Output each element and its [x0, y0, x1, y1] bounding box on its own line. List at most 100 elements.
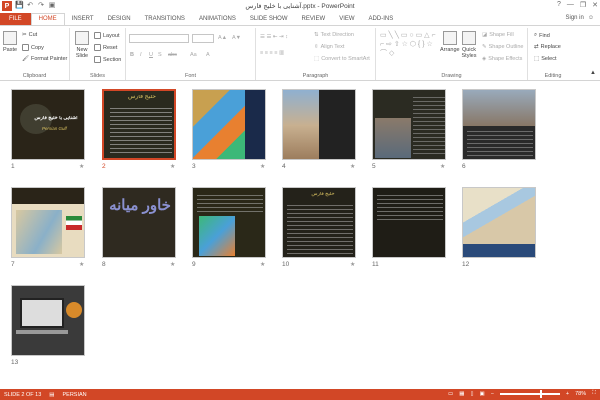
close-button[interactable]: ✕ [592, 1, 598, 9]
tab-home[interactable]: HOME [30, 13, 65, 25]
copy-button[interactable]: Copy [22, 44, 44, 51]
slide-thumbnail-1[interactable]: آشنایی با خلیج فارس Persian Gulf [11, 89, 85, 160]
font-name-combo[interactable] [129, 34, 189, 43]
zoom-level[interactable]: 78% [575, 391, 586, 397]
tab-design[interactable]: DESIGN [101, 14, 138, 25]
tab-add-ins[interactable]: ADD-INS [362, 14, 401, 25]
slide-thumbnail-12[interactable] [462, 187, 536, 258]
shadow-button[interactable]: S [158, 52, 162, 58]
help-icon[interactable]: ? [557, 1, 561, 9]
font-size-combo[interactable] [192, 34, 214, 43]
slide-thumbnail-7[interactable] [11, 187, 85, 258]
paste-button[interactable]: Paste [3, 31, 17, 53]
slide-number: 5 [372, 163, 376, 170]
change-case-button[interactable]: Aa [190, 52, 197, 58]
slide-thumbnail-6[interactable] [462, 89, 536, 160]
tab-file[interactable]: FILE [0, 13, 31, 25]
zoom-out-button[interactable]: − [491, 391, 494, 397]
animation-star-icon[interactable]: ★ [260, 261, 265, 268]
zoom-slider-thumb[interactable] [539, 389, 542, 398]
slide-thumbnail-8[interactable]: خاور میانه [102, 187, 176, 258]
normal-view-icon[interactable]: ▭ [448, 391, 453, 397]
shapes-gallery[interactable]: ▭ ╲ ╲ ▭ ○ ▭ △ ⌐ ⌐ ⇨ ⇧ ☆ ⬡ { } ☆ ⌒ ◇ [380, 31, 436, 58]
animation-star-icon[interactable]: ★ [440, 163, 445, 170]
select-button[interactable]: ⬚ Select [534, 56, 557, 62]
bold-button[interactable]: B [130, 52, 134, 58]
tab-slide-show[interactable]: SLIDE SHOW [243, 14, 295, 25]
animation-star-icon[interactable]: ★ [260, 163, 265, 170]
tab-transitions[interactable]: TRANSITIONS [138, 14, 192, 25]
slide-thumbnail-2[interactable]: خلیج فارس [102, 89, 176, 160]
shape-effects-button[interactable]: ◈ Shape Effects [482, 56, 522, 62]
slide-number: 11 [372, 261, 379, 268]
smiley-icon[interactable]: ☺ [588, 15, 594, 21]
animation-star-icon[interactable]: ★ [170, 163, 175, 170]
animation-star-icon[interactable]: ★ [79, 261, 84, 268]
slide-thumbnail-3[interactable] [192, 89, 266, 160]
new-slide-label: New Slide [75, 47, 89, 59]
find-button[interactable]: ⌕ Find [534, 32, 550, 39]
convert-smartart-button[interactable]: ⬚ Convert to SmartArt [314, 56, 370, 62]
slide-thumbnail-5[interactable] [372, 89, 446, 160]
format-painter-button[interactable]: 🖌 Format Painter [22, 56, 67, 62]
sign-in-link[interactable]: Sign in ☺ [566, 15, 595, 21]
slide-number: 7 [11, 261, 15, 268]
replace-button[interactable]: ⇄ Replace [534, 44, 561, 50]
shrink-font-icon[interactable]: A▼ [232, 35, 241, 41]
quick-styles-button[interactable]: Quick Styles [460, 31, 478, 59]
fit-to-window-icon[interactable]: ⛶ [592, 390, 596, 397]
tab-insert[interactable]: INSERT [65, 14, 101, 25]
strikethrough-button[interactable]: abc [168, 52, 177, 58]
tab-view[interactable]: VIEW [332, 14, 361, 25]
underline-button[interactable]: U [149, 52, 153, 58]
animation-star-icon[interactable]: ★ [79, 163, 84, 170]
sign-in-label[interactable]: Sign in [566, 15, 584, 21]
arrange-button[interactable]: Arrange [440, 31, 460, 53]
slide-number: 1 [11, 163, 15, 170]
shape-outline-button[interactable]: ✎ Shape Outline [482, 44, 523, 50]
zoom-slider[interactable] [499, 389, 560, 398]
slide-number: 6 [462, 163, 466, 170]
spell-check-icon[interactable]: ▤ [49, 392, 54, 398]
slide-thumbnail-4[interactable] [282, 89, 356, 160]
text-direction-button[interactable]: ⇅ Text Direction [314, 32, 354, 38]
slideshow-view-icon[interactable]: ▣ [479, 391, 484, 397]
slide-number: 12 [462, 261, 470, 268]
slide-number: 9 [192, 261, 196, 268]
cut-button[interactable]: ✂ Cut [22, 32, 37, 38]
restore-button[interactable]: ❐ [580, 1, 586, 9]
reset-button[interactable]: Reset [94, 44, 117, 51]
animation-star-icon[interactable]: ★ [350, 261, 355, 268]
drawing-label: Drawing [441, 73, 462, 79]
shape-fill-button[interactable]: ◪ Shape Fill [482, 32, 514, 38]
bullets-icon[interactable]: ☰ ☰ ⇤ ⇥ ↕ [260, 34, 288, 40]
slide-thumbnail-10[interactable]: خلیج فارس [282, 187, 356, 258]
slide-thumbnail-11[interactable] [372, 187, 446, 258]
grow-font-icon[interactable]: A▲ [218, 35, 227, 41]
new-slide-button[interactable]: New Slide [73, 31, 91, 59]
tab-review[interactable]: REVIEW [295, 14, 333, 25]
align-icons[interactable]: ≡ ≡ ≡ ≡ ▥ [260, 50, 284, 56]
select-label: Select [541, 56, 557, 62]
font-color-button[interactable]: A [206, 52, 210, 58]
minimize-button[interactable]: — [567, 1, 574, 9]
slide-thumbnail-9[interactable] [192, 187, 266, 258]
tab-animations[interactable]: ANIMATIONS [192, 14, 243, 25]
collapse-ribbon-icon[interactable]: ▲ [590, 70, 596, 76]
zoom-in-button[interactable]: + [566, 391, 569, 397]
layout-button[interactable]: Layout [94, 32, 120, 39]
animation-star-icon[interactable]: ★ [170, 261, 175, 268]
text-lines [197, 192, 263, 212]
reading-view-icon[interactable]: ▯ [470, 391, 473, 397]
caption-bar [463, 244, 535, 257]
title-bar: P 💾 ↶ ↷ ▣ آشنایی با خلیج فارس.pptx - Pow… [0, 0, 600, 12]
slide-thumbnail-13[interactable] [11, 285, 85, 356]
italic-button[interactable]: I [140, 52, 142, 58]
slide-sorter-view-icon[interactable]: ▦ [459, 391, 464, 397]
animation-star-icon[interactable]: ★ [350, 163, 355, 170]
map-image [463, 188, 535, 244]
section-button[interactable]: Section [94, 56, 121, 63]
slides-label: Slides [90, 73, 105, 79]
language-indicator[interactable]: PERSIAN [63, 392, 87, 398]
align-text-button[interactable]: ⇳ Align Text [314, 44, 344, 50]
